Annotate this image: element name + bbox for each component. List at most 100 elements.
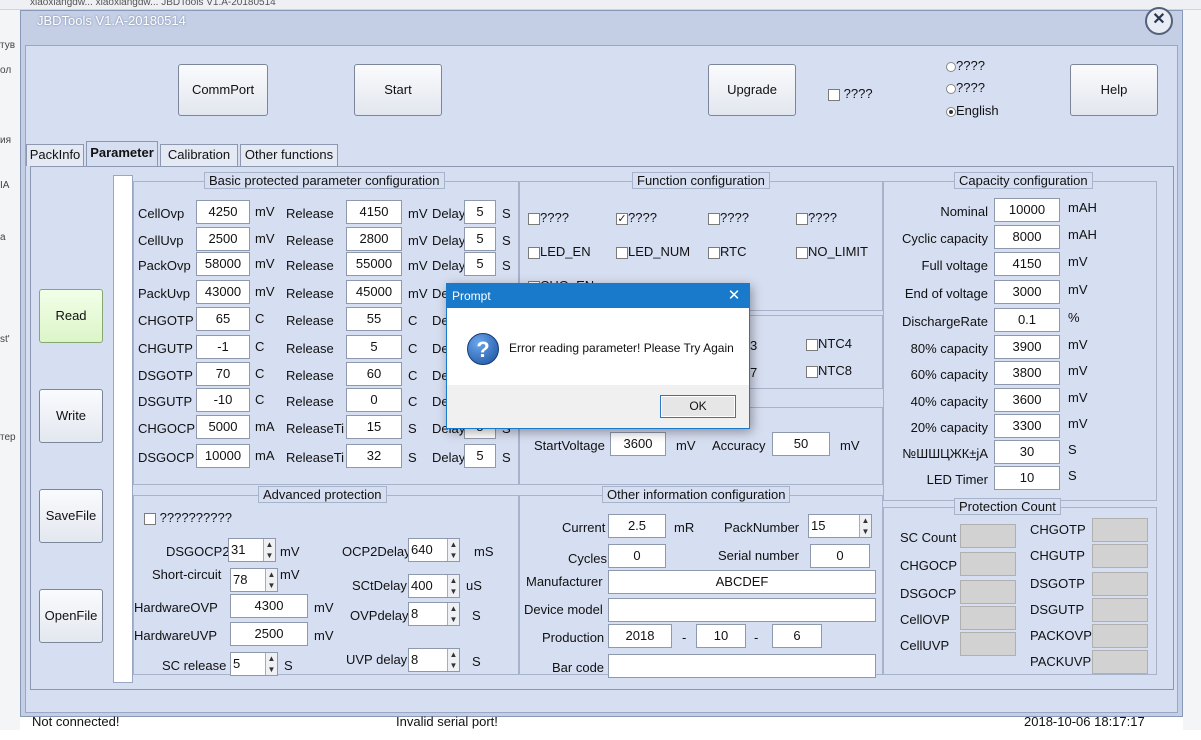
release-value-input[interactable]: 2800 — [346, 227, 402, 251]
param-value-input[interactable]: 43000 — [196, 280, 250, 304]
release-value-input[interactable]: 0 — [346, 388, 402, 412]
write-button[interactable]: Write — [39, 389, 103, 443]
upgrade-option-checkbox[interactable]: ???? — [828, 86, 873, 101]
capacity-value-input[interactable]: 30 — [994, 440, 1060, 464]
capacity-value-input[interactable]: 3000 — [994, 280, 1060, 304]
help-button[interactable]: Help — [1070, 64, 1158, 116]
upgrade-button[interactable]: Upgrade — [708, 64, 796, 116]
param-value-input[interactable]: 5000 — [196, 415, 250, 439]
window-close-button[interactable]: ✕ — [1145, 7, 1173, 35]
language-radio-1[interactable]: ???? — [946, 58, 985, 73]
protection-label: PACKUVP — [1030, 654, 1092, 669]
release-value-input[interactable]: 45000 — [346, 280, 402, 304]
capacity-value-input[interactable]: 3800 — [994, 361, 1060, 385]
tab-other-functions[interactable]: Other functions — [240, 144, 338, 166]
capacity-value-input[interactable]: 3300 — [994, 414, 1060, 438]
current-input[interactable]: 2.5 — [608, 514, 666, 538]
param-value-input[interactable]: -10 — [196, 388, 250, 412]
function-check-rtc[interactable]: RTC — [708, 244, 746, 259]
release-value-input[interactable]: 55000 — [346, 252, 402, 276]
language-radio-english[interactable]: English — [946, 103, 999, 118]
savefile-button[interactable]: SaveFile — [39, 489, 103, 543]
cycles-input[interactable]: 0 — [608, 544, 666, 568]
param-value-input[interactable]: 65 — [196, 307, 250, 331]
packnumber-spinbox[interactable]: 15 ▲ ▼ — [808, 514, 872, 538]
param-value-input[interactable]: 58000 — [196, 252, 250, 276]
radio-dot[interactable] — [946, 106, 956, 117]
connection-status: Not connected! — [32, 714, 120, 729]
hardware-ovp-input[interactable]: 4300 — [230, 594, 308, 618]
capacity-value-input[interactable]: 10 — [994, 466, 1060, 490]
serial-number-input[interactable]: 0 — [810, 544, 870, 568]
commport-button[interactable]: CommPort — [178, 64, 268, 116]
release-value-input[interactable]: 15 — [346, 415, 402, 439]
hardware-uvp-input[interactable]: 2500 — [230, 622, 308, 646]
release-unit: C — [408, 341, 418, 356]
start-button[interactable]: Start — [354, 64, 442, 116]
capacity-value-input[interactable]: 8000 — [994, 225, 1060, 249]
capacity-label: №ШШЦЖК±јА — [902, 446, 988, 461]
function-check-3[interactable]: ???? — [708, 210, 749, 225]
release-value-input[interactable]: 5 — [346, 335, 402, 359]
production-month-input[interactable]: 10 — [696, 624, 746, 648]
checkbox-box[interactable] — [828, 88, 840, 101]
vertical-scrollbar[interactable] — [113, 175, 133, 683]
function-check-1[interactable]: ???? — [528, 210, 569, 225]
short-circuit-spinbox[interactable]: 78 ▲ ▼ — [230, 568, 278, 592]
param-value-input[interactable]: 4250 — [196, 200, 250, 224]
param-value-input[interactable]: 2500 — [196, 227, 250, 251]
tab-parameter[interactable]: Parameter — [86, 141, 158, 166]
release-value-input[interactable]: 55 — [346, 307, 402, 331]
release-value-input[interactable]: 4150 — [346, 200, 402, 224]
capacity-value-input[interactable]: 3600 — [994, 388, 1060, 412]
capacity-value-input[interactable]: 3900 — [994, 335, 1060, 359]
radio-dot[interactable] — [946, 83, 956, 94]
delay-value-input[interactable]: 5 — [464, 252, 496, 276]
uvpdelay-spinbox[interactable]: 8 ▲ ▼ — [408, 648, 460, 672]
tab-calibration[interactable]: Calibration — [160, 144, 238, 166]
read-button[interactable]: Read — [39, 289, 103, 343]
function-check-led-en[interactable]: LED_EN — [528, 244, 591, 259]
background-left-edge: тув ол ия IA а st' тер — [0, 10, 20, 730]
advanced-enable-checkbox[interactable]: ?????????? — [144, 510, 232, 525]
delay-value-input[interactable]: 5 — [464, 444, 496, 468]
function-check-4[interactable]: ???? — [796, 210, 837, 225]
start-voltage-input[interactable]: 3600 — [610, 432, 666, 456]
device-model-input[interactable] — [608, 598, 876, 622]
param-value-input[interactable]: -1 — [196, 335, 250, 359]
accuracy-input[interactable]: 50 — [772, 432, 830, 456]
protection-label: CHGUTP — [1030, 548, 1085, 563]
dsgocp2-spinbox[interactable]: 31 ▲ ▼ — [228, 538, 276, 562]
release-value-input[interactable]: 60 — [346, 362, 402, 386]
radio-dot[interactable] — [946, 61, 956, 72]
tab-packinfo[interactable]: PackInfo — [26, 144, 84, 166]
param-value-input[interactable]: 70 — [196, 362, 250, 386]
release-value-input[interactable]: 32 — [346, 444, 402, 468]
delay-value-input[interactable]: 5 — [464, 200, 496, 224]
production-day-input[interactable]: 6 — [772, 624, 822, 648]
delay-value-input[interactable]: 5 — [464, 227, 496, 251]
language-radio-2[interactable]: ???? — [946, 80, 985, 95]
ocp2delay-spinbox[interactable]: 640 ▲ ▼ — [408, 538, 460, 562]
capacity-value-input[interactable]: 4150 — [994, 252, 1060, 276]
protection-count-box — [960, 524, 1016, 548]
manufacturer-input[interactable]: ABCDEF — [608, 570, 876, 594]
sctdelay-spinbox[interactable]: 400 ▲ ▼ — [408, 574, 460, 598]
ntc4-checkbox[interactable]: NTC4 — [806, 336, 852, 351]
capacity-value-input[interactable]: 10000 — [994, 198, 1060, 222]
function-check-no-limit[interactable]: NO_LIMIT — [796, 244, 868, 259]
ok-button[interactable]: OK — [660, 395, 736, 418]
capacity-value-input[interactable]: 0.1 — [994, 308, 1060, 332]
production-year-input[interactable]: 2018 — [608, 624, 672, 648]
function-check-led-num[interactable]: LED_NUM — [616, 244, 690, 259]
ovpdelay-spinbox[interactable]: 8 ▲ ▼ — [408, 602, 460, 626]
openfile-button[interactable]: OpenFile — [39, 589, 103, 643]
protection-label: DSGUTP — [1030, 602, 1085, 617]
sc-release-spinbox[interactable]: 5 ▲ ▼ — [230, 652, 278, 676]
ntc8-checkbox[interactable]: NTC8 — [806, 363, 852, 378]
prompt-close-button[interactable]: ✕ — [719, 284, 749, 308]
function-check-2[interactable]: ✓???? — [616, 210, 657, 225]
bar-code-input[interactable] — [608, 654, 876, 678]
param-value-input[interactable]: 10000 — [196, 444, 250, 468]
capacity-unit: mV — [1068, 363, 1088, 378]
